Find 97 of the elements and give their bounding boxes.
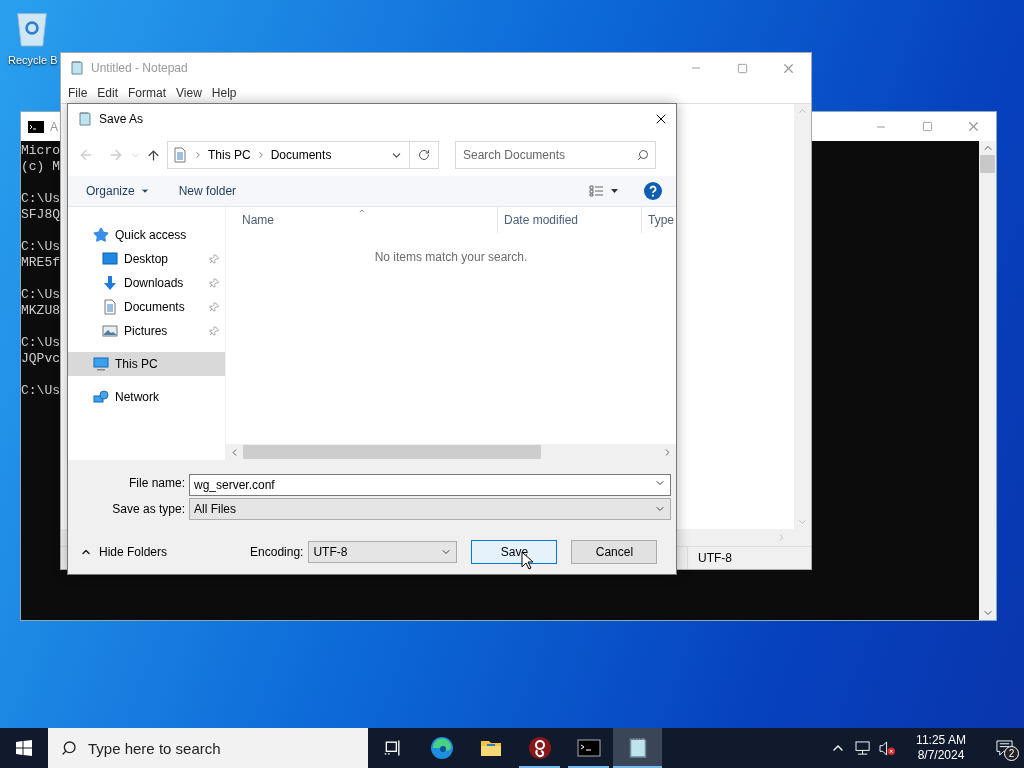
- folder-tree-label: Network: [115, 389, 159, 406]
- field-label: Save as type:: [111, 500, 186, 518]
- console-line: C:\Us: [21, 335, 60, 351]
- document-icon: [102, 299, 118, 315]
- folder-tree-label: Downloads: [124, 275, 184, 292]
- encoding-status: UTF-8: [687, 547, 811, 569]
- breadcrumb-separator-icon: [193, 150, 203, 160]
- field-label: File name:: [127, 474, 186, 492]
- square-icon: [921, 121, 933, 132]
- terminal-icon: [576, 736, 601, 760]
- folder-tree-item[interactable]: Downloads: [68, 271, 225, 295]
- running-indicator: [568, 766, 609, 768]
- folder-tree-item[interactable]: Network: [68, 385, 225, 409]
- organize-button[interactable]: Organize: [86, 182, 150, 200]
- notepad-icon: [69, 60, 85, 76]
- desktop-icon: [102, 251, 118, 267]
- console-line: MRE5f: [21, 255, 60, 271]
- help-icon[interactable]: [644, 182, 662, 200]
- folder-tree-item[interactable]: Documents: [68, 295, 225, 319]
- new-folder-button[interactable]: New folder: [178, 182, 237, 200]
- terminal-icon: [28, 120, 44, 133]
- menu-item[interactable]: File: [63, 84, 93, 102]
- breadcrumb-item[interactable]: This PC: [208, 146, 251, 164]
- search-icon: [61, 740, 77, 756]
- star-icon: [93, 227, 109, 243]
- clock-date[interactable]: 8/7/2024: [917, 748, 965, 763]
- console-line: C:\Us: [21, 287, 60, 303]
- column-header[interactable]: Name: [226, 207, 498, 233]
- computer-icon: [93, 356, 109, 372]
- address-bar[interactable]: This PC Documents: [167, 141, 410, 169]
- empty-message: No items match your search.: [374, 249, 528, 266]
- console-line: JQPvc: [21, 351, 60, 367]
- field-label: Encoding:: [250, 544, 304, 561]
- window-title: Untitled - Notepad: [91, 60, 188, 77]
- folder-tree-item[interactable]: Quick access: [68, 223, 225, 247]
- menu-item[interactable]: Edit: [92, 84, 124, 102]
- notepad-icon: [77, 111, 93, 127]
- speech-bubble-icon: [995, 739, 1013, 757]
- console-line: C:\Us: [21, 383, 60, 399]
- notification-count-badge: 2: [1004, 746, 1019, 761]
- folder-tree-label: Quick access: [115, 227, 187, 244]
- refresh-icon: [418, 149, 430, 161]
- search-field[interactable]: Search Documents: [455, 141, 656, 169]
- folder-tree-item[interactable]: Pictures: [68, 319, 225, 343]
- window-title: A: [50, 118, 58, 136]
- menu-item[interactable]: Format: [123, 84, 172, 102]
- console-line: C:\Us: [21, 239, 60, 255]
- menu-item[interactable]: Help: [206, 84, 242, 102]
- clock-time[interactable]: 11:25 AM: [916, 733, 966, 748]
- dialog-button[interactable]: Cancel: [571, 540, 658, 564]
- console-line: SFJ8Q: [21, 207, 60, 223]
- encoding-dropdown[interactable]: UTF-8: [308, 541, 458, 563]
- running-indicator: [519, 766, 560, 768]
- menu-item[interactable]: View: [171, 84, 207, 102]
- refresh-button[interactable]: [410, 141, 439, 169]
- dialog-title: Save As: [99, 111, 144, 128]
- caret-icon: [139, 186, 150, 196]
- task-view-icon: [382, 738, 403, 758]
- folder-tree-label: Documents: [124, 299, 185, 316]
- file-name-field[interactable]: wg_server.conf: [189, 473, 671, 496]
- windows-logo-icon: [16, 740, 32, 756]
- folder-tree-label: Desktop: [124, 251, 169, 268]
- breadcrumb-item[interactable]: Documents: [270, 146, 332, 164]
- notifications-button[interactable]: 2: [984, 728, 1024, 768]
- desktop-icon-label: Recycle B: [8, 53, 58, 68]
- console-line: (c) M: [21, 159, 60, 175]
- scroll-thumb[interactable]: [243, 445, 541, 459]
- scroll-thumb[interactable]: [980, 155, 995, 173]
- square-icon: [736, 62, 748, 74]
- document-icon: [172, 147, 188, 163]
- download-arrow-icon: [102, 275, 118, 291]
- console-line: Micro: [21, 143, 60, 159]
- console-line: C:\Us: [21, 191, 60, 207]
- folder-tree-label: This PC: [115, 356, 158, 373]
- network-icon[interactable]: [855, 740, 872, 756]
- taskbar-search-field[interactable]: Type here to search: [48, 728, 368, 768]
- muted-speaker-icon[interactable]: [879, 740, 896, 756]
- up-button[interactable]: [146, 147, 161, 163]
- wave-logo-icon: [429, 736, 454, 760]
- network-icon: [93, 389, 109, 405]
- column-header[interactable]: Date modified: [498, 207, 642, 233]
- scrollbar[interactable]: [226, 444, 676, 460]
- scrollbar[interactable]: [794, 104, 811, 529]
- hide-folders-button[interactable]: Hide Folders: [80, 543, 168, 561]
- folder-tree-label: Pictures: [124, 323, 168, 340]
- column-header[interactable]: Type: [642, 207, 676, 233]
- folder-tree-item[interactable]: Desktop: [68, 247, 225, 271]
- folder-tree-item[interactable]: This PC: [68, 352, 225, 376]
- scrollbar[interactable]: [979, 141, 996, 620]
- running-indicator: [613, 766, 662, 768]
- taskbar-app-button[interactable]: [613, 728, 662, 768]
- serpent-logo-icon: [527, 736, 552, 760]
- search-icon: [637, 149, 649, 161]
- file-type-dropdown[interactable]: All Files: [189, 497, 671, 520]
- picture-icon: [102, 323, 118, 339]
- view-options-icon[interactable]: [589, 185, 619, 197]
- console-line: MKZU8: [21, 303, 60, 319]
